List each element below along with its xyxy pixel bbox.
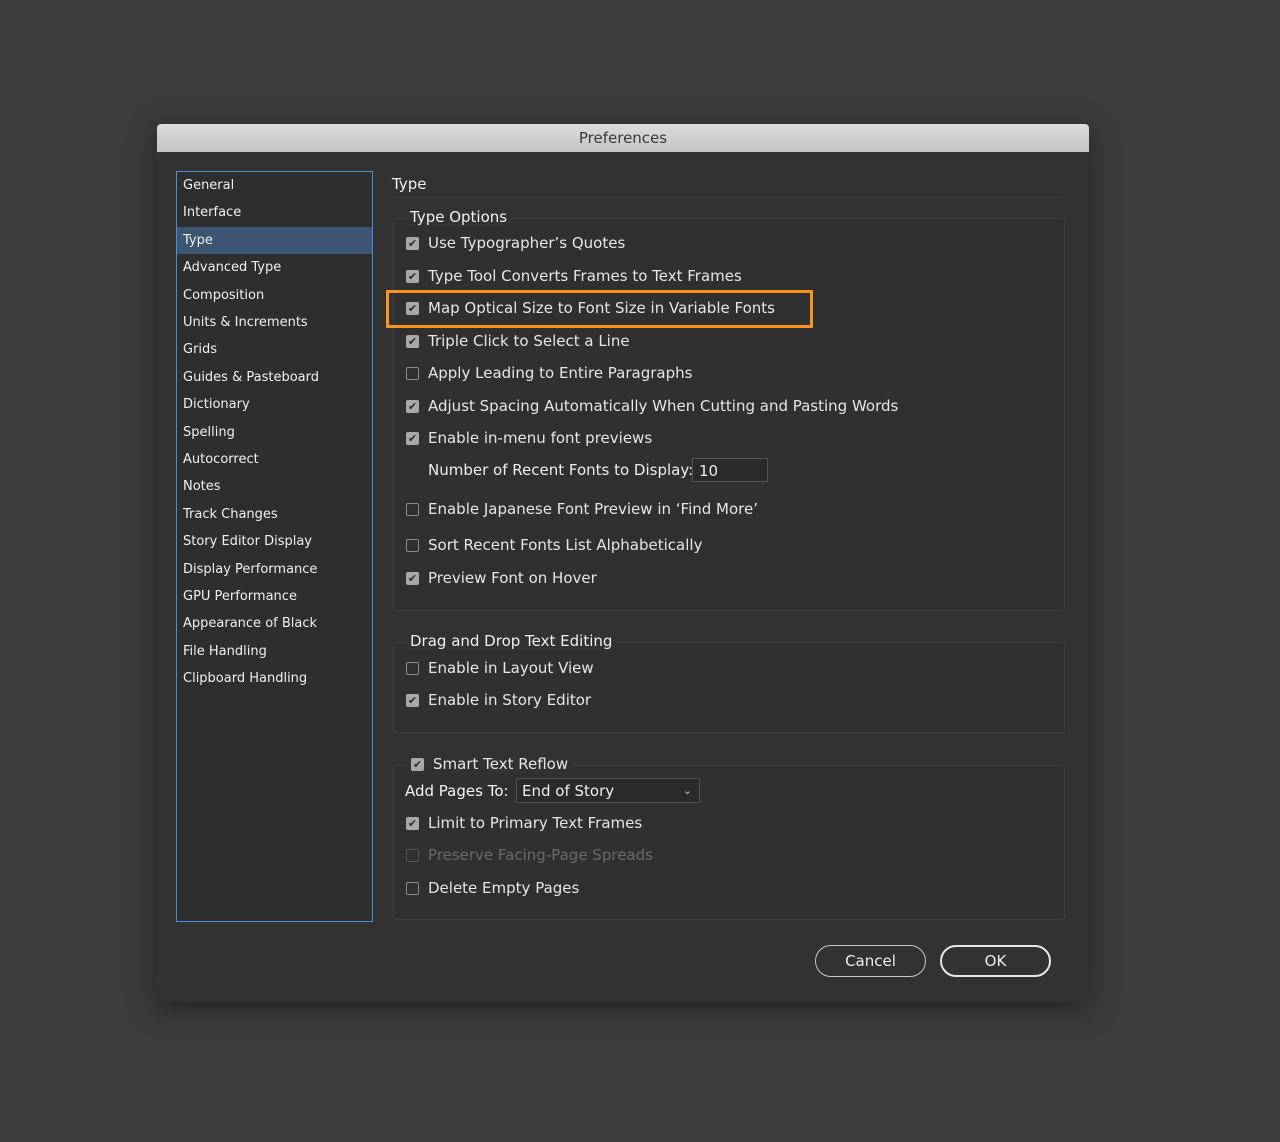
checkbox-checked-icon: ✔ bbox=[406, 571, 419, 585]
checkbox-checked-icon: ✔ bbox=[406, 399, 419, 413]
option-label: Enable in Story Editor bbox=[428, 691, 592, 709]
sidebar-item[interactable]: GPU Performance bbox=[177, 583, 372, 610]
option-label: Preview Font on Hover bbox=[428, 569, 597, 587]
option-label: Preserve Facing-Page Spreads bbox=[428, 846, 653, 864]
option-checkbox[interactable]: Enable in Layout View bbox=[406, 658, 594, 678]
drag-drop-group bbox=[393, 642, 1065, 733]
smart-text-reflow-checkbox[interactable]: ✔ Smart Text Reflow bbox=[407, 754, 573, 774]
option-label: Enable in Layout View bbox=[428, 659, 594, 677]
checkbox-unchecked-icon bbox=[406, 661, 419, 675]
option-label: Enable Japanese Font Preview in ‘Find Mo… bbox=[428, 500, 758, 518]
add-pages-select[interactable]: End of Story ⌄ bbox=[516, 778, 700, 803]
add-pages-value: End of Story bbox=[522, 782, 615, 800]
checkbox-unchecked-icon bbox=[406, 502, 419, 516]
sidebar-item[interactable]: General bbox=[177, 172, 372, 199]
sidebar-item[interactable]: Advanced Type bbox=[177, 254, 372, 281]
cancel-button[interactable]: Cancel bbox=[815, 945, 926, 977]
type-options-legend: Type Options bbox=[406, 208, 512, 226]
option-label: Apply Leading to Entire Paragraphs bbox=[428, 364, 693, 382]
checkbox-checked-icon: ✔ bbox=[406, 431, 419, 445]
chevron-down-icon: ⌄ bbox=[682, 784, 692, 797]
option-label: Delete Empty Pages bbox=[428, 879, 580, 897]
option-label: Sort Recent Fonts List Alphabetically bbox=[428, 536, 703, 554]
add-pages-label: Add Pages To: bbox=[405, 782, 509, 800]
option-label: Adjust Spacing Automatically When Cuttin… bbox=[428, 397, 899, 415]
sidebar-item[interactable]: File Handling bbox=[177, 638, 372, 665]
sidebar-item[interactable]: Story Editor Display bbox=[177, 528, 372, 555]
option-checkbox[interactable]: Enable Japanese Font Preview in ‘Find Mo… bbox=[406, 499, 758, 519]
option-checkbox[interactable]: Delete Empty Pages bbox=[406, 878, 579, 898]
sidebar-item[interactable]: Track Changes bbox=[177, 501, 372, 528]
option-checkbox[interactable]: ✔ Enable in Story Editor bbox=[406, 690, 591, 710]
option-checkbox[interactable]: ✔ Triple Click to Select a Line bbox=[406, 331, 630, 351]
sidebar-item[interactable]: Clipboard Handling bbox=[177, 665, 372, 692]
checkbox-checked-icon: ✔ bbox=[406, 236, 419, 250]
recent-fonts-input[interactable]: 10 bbox=[692, 458, 768, 482]
recent-fonts-label: Number of Recent Fonts to Display: bbox=[428, 461, 694, 479]
checkbox-unchecked-icon bbox=[406, 538, 419, 552]
option-label: Use Typographer’s Quotes bbox=[428, 234, 626, 252]
page-title: Type bbox=[392, 175, 427, 193]
sidebar-item[interactable]: Type bbox=[177, 226, 372, 254]
sidebar-item[interactable]: Units & Increments bbox=[177, 309, 372, 336]
option-label: Triple Click to Select a Line bbox=[428, 332, 630, 350]
option-checkbox[interactable]: ✔ Adjust Spacing Automatically When Cutti… bbox=[406, 396, 898, 416]
option-label: Enable in-menu font previews bbox=[428, 429, 653, 447]
checkbox-checked-icon: ✔ bbox=[406, 269, 419, 283]
option-label: Limit to Primary Text Frames bbox=[428, 814, 643, 832]
sidebar-item[interactable]: Spelling bbox=[177, 419, 372, 446]
checkbox-checked-icon: ✔ bbox=[406, 816, 419, 830]
option-checkbox[interactable]: ✔ Enable in-menu font previews bbox=[406, 428, 652, 448]
checkbox-checked-icon: ✔ bbox=[406, 693, 419, 707]
preferences-dialog: Preferences General Interface Type Advanced… bbox=[157, 124, 1089, 1002]
sidebar-item[interactable]: Display Performance bbox=[177, 556, 372, 583]
sidebar-item[interactable]: Dictionary bbox=[177, 391, 372, 418]
checkbox-checked-icon: ✔ bbox=[411, 757, 424, 771]
option-checkbox[interactable]: ✔ Preview Font on Hover bbox=[406, 568, 597, 588]
sidebar-item[interactable]: Notes bbox=[177, 473, 372, 500]
sidebar-item[interactable]: Autocorrect bbox=[177, 446, 372, 473]
option-checkbox: Preserve Facing-Page Spreads bbox=[406, 845, 653, 865]
sidebar-item[interactable]: Grids bbox=[177, 336, 372, 363]
option-checkbox[interactable]: ✔ Limit to Primary Text Frames bbox=[406, 813, 642, 833]
sidebar-item[interactable]: Interface bbox=[177, 199, 372, 226]
preferences-sidebar[interactable]: General Interface Type Advanced Type Composi… bbox=[176, 171, 373, 922]
drag-drop-legend: Drag and Drop Text Editing bbox=[406, 632, 617, 650]
option-checkbox[interactable]: Apply Leading to Entire Paragraphs bbox=[406, 363, 692, 383]
option-checkbox[interactable]: ✔ Use Typographer’s Quotes bbox=[406, 233, 625, 253]
checkbox-checked-icon: ✔ bbox=[406, 334, 419, 348]
smart-text-reflow-label: Smart Text Reflow bbox=[433, 755, 569, 773]
checkbox-unchecked-icon bbox=[406, 881, 419, 895]
ok-button[interactable]: OK bbox=[940, 945, 1051, 977]
option-checkbox[interactable]: Sort Recent Fonts List Alphabetically bbox=[406, 535, 702, 555]
divider bbox=[393, 197, 1063, 198]
sidebar-item[interactable]: Appearance of Black bbox=[177, 610, 372, 637]
checkbox-unchecked-icon bbox=[406, 848, 419, 862]
dialog-title: Preferences bbox=[157, 124, 1089, 152]
sidebar-item[interactable]: Composition bbox=[177, 282, 372, 309]
sidebar-item[interactable]: Guides & Pasteboard bbox=[177, 364, 372, 391]
option-label: Type Tool Converts Frames to Text Frames bbox=[428, 267, 742, 285]
option-checkbox[interactable]: ✔ Type Tool Converts Frames to Text Frame… bbox=[406, 266, 742, 286]
highlight-box bbox=[386, 290, 813, 328]
checkbox-unchecked-icon bbox=[406, 366, 419, 380]
